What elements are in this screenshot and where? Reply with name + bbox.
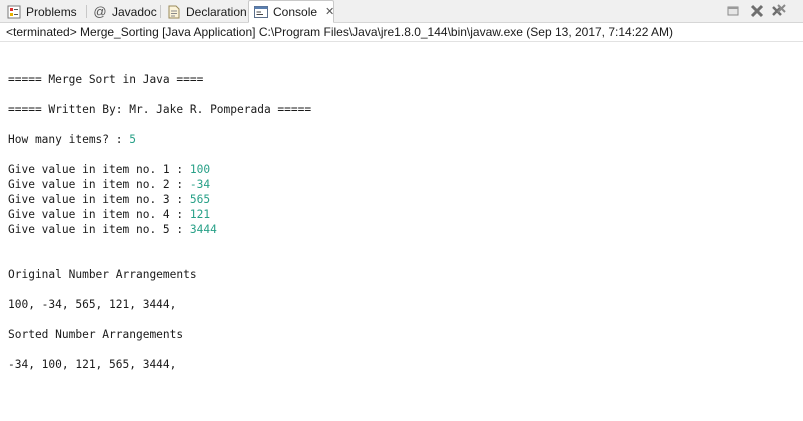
console-title-line: ===== Merge Sort in Java ==== [8, 73, 204, 86]
tab-problems-label: Problems [26, 4, 77, 19]
console-count-line: How many items? : 5 [8, 132, 136, 147]
item-input-value: 100 [189, 163, 211, 176]
item-prompt: Give value in item no. 5 : [8, 223, 190, 236]
tab-separator [86, 5, 87, 18]
javadoc-at-icon: @ [93, 4, 107, 19]
console-author-line: ===== Written By: Mr. Jake R. Pomperada … [8, 103, 312, 116]
count-input-value: 5 [129, 133, 136, 146]
console-item-line: Give value in item no. 2 : -34 [8, 177, 210, 192]
view-tab-bar: Problems @ Javadoc Declaration Console ✕ [0, 0, 803, 23]
item-input-value: 565 [189, 193, 211, 206]
original-heading: Original Number Arrangements [8, 268, 197, 281]
console-output[interactable]: ===== Merge Sort in Java ==== ===== Writ… [0, 42, 803, 421]
sorted-heading: Sorted Number Arrangements [8, 328, 184, 341]
original-values: 100, -34, 565, 121, 3444, [8, 298, 177, 311]
item-prompt: Give value in item no. 2 : [8, 178, 190, 191]
console-item-line: Give value in item no. 1 : 100 [8, 162, 210, 177]
item-input-value: 121 [189, 208, 211, 221]
tab-problems[interactable]: Problems [2, 1, 86, 22]
console-item-line: Give value in item no. 3 : 565 [8, 192, 210, 207]
console-item-line: Give value in item no. 4 : 121 [8, 207, 210, 222]
item-input-value: 3444 [189, 223, 217, 236]
remove-all-terminated-icon[interactable] [771, 3, 787, 19]
remove-launch-icon[interactable] [749, 3, 765, 19]
console-item-line: Give value in item no. 5 : 3444 [8, 222, 217, 237]
tab-javadoc-label: Javadoc [112, 4, 157, 19]
item-prompt: Give value in item no. 4 : [8, 208, 190, 221]
tab-declaration-label: Declaration [186, 4, 247, 19]
minimize-icon[interactable] [725, 3, 741, 19]
tab-declaration[interactable]: Declaration [162, 1, 247, 22]
tab-javadoc[interactable]: @ Javadoc [88, 1, 158, 22]
item-input-value: -34 [189, 178, 211, 191]
declaration-icon [166, 4, 182, 20]
tab-console[interactable]: Console ✕ [248, 0, 334, 23]
item-prompt: Give value in item no. 3 : [8, 193, 190, 206]
sorted-values: -34, 100, 121, 565, 3444, [8, 358, 177, 371]
problems-icon [6, 4, 22, 20]
item-prompt: Give value in item no. 1 : [8, 163, 190, 176]
tab-console-label: Console [273, 4, 318, 19]
console-icon [253, 4, 269, 20]
console-status-line: <terminated> Merge_Sorting [Java Applica… [0, 23, 803, 42]
count-prompt: How many items? : [8, 133, 130, 146]
tab-separator [160, 5, 161, 18]
close-icon[interactable]: ✕ [325, 5, 334, 18]
